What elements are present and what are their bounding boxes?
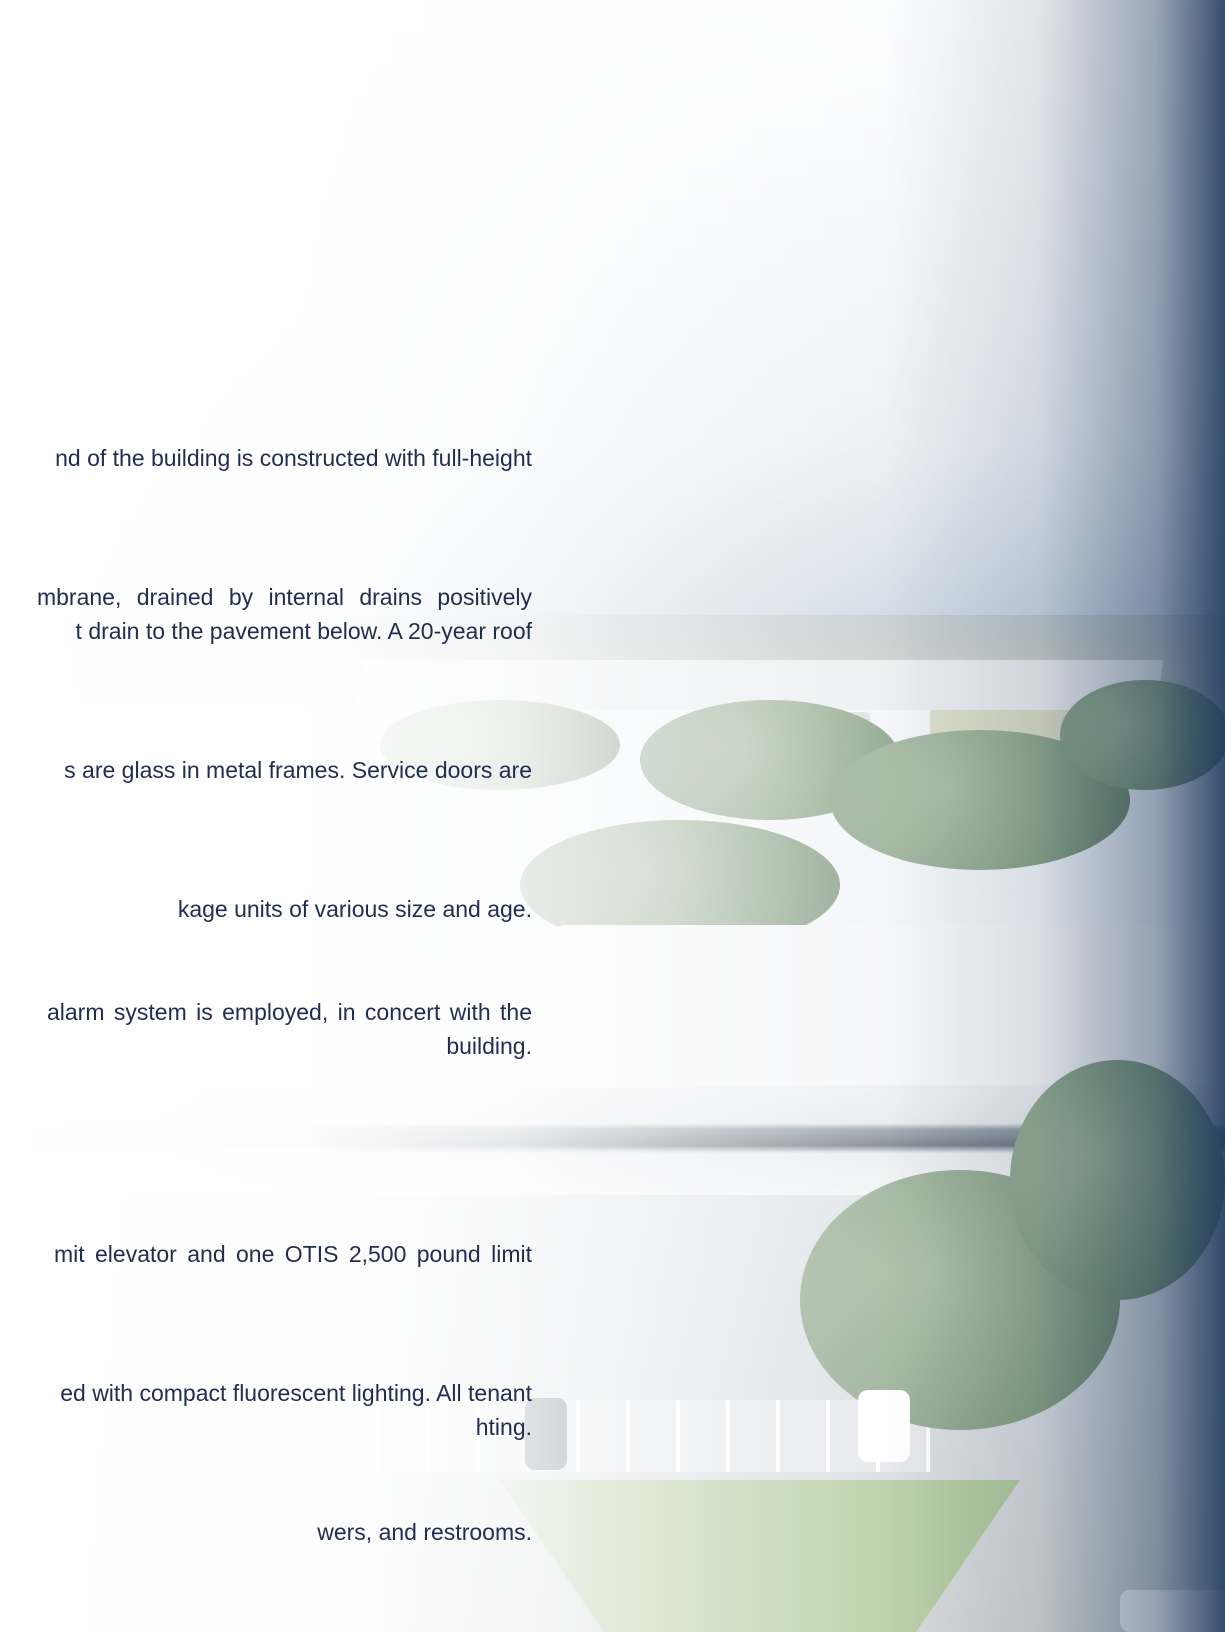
paragraph-structure: nd of the building is constructed with f… (0, 441, 532, 475)
paragraph-line: t drain to the pavement below. A 20-year… (75, 618, 532, 644)
text-column: nd of the building is constructed with f… (0, 0, 532, 1632)
paragraph-hvac: kage units of various size and age. (0, 892, 532, 926)
paragraph-lighting: ed with compact fluorescent lighting. Al… (0, 1376, 532, 1444)
paragraph-line: alarm system is employed, in concert wit… (46, 999, 532, 1025)
paragraph-fire-alarm: alarm system is employed, in concert wit… (0, 995, 532, 1063)
paragraph-elevators: mit elevator and one OTIS 2,500 pound li… (0, 1237, 532, 1271)
paragraph-line: ed with compact fluorescent lighting. Al… (60, 1380, 532, 1406)
paragraph-line: s are glass in metal frames. Service doo… (64, 757, 532, 783)
paragraph-line: building. (446, 1033, 532, 1059)
paragraph-line: mit elevator and one OTIS 2,500 pound li… (53, 1241, 532, 1267)
paragraph-roof: mbrane, drained by internal drains posit… (0, 580, 532, 648)
paragraph-amenities: wers, and restrooms. (0, 1515, 532, 1549)
paragraph-line: mbrane, drained by internal drains posit… (36, 584, 532, 610)
paragraph-line: kage units of various size and age. (177, 896, 532, 922)
paragraph-line: wers, and restrooms. (317, 1519, 532, 1545)
paragraph-line: nd of the building is constructed with f… (55, 445, 532, 471)
paragraph-line: hting. (475, 1414, 532, 1440)
navy-edge-gradient (885, 0, 1225, 1632)
paragraph-doors: s are glass in metal frames. Service doo… (0, 753, 532, 787)
